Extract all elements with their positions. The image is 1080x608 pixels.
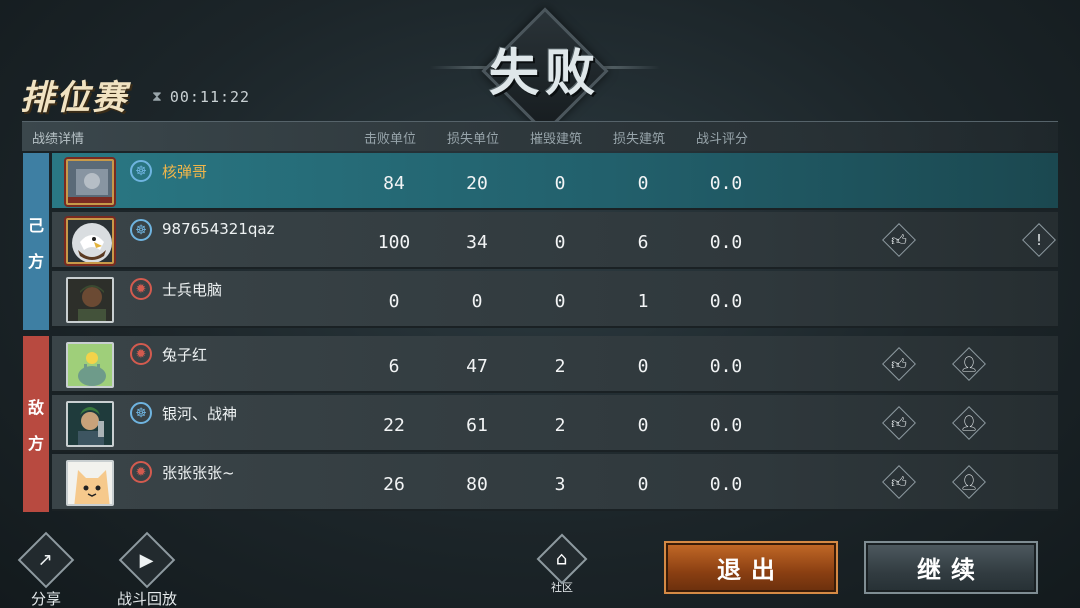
add-friend-icon: 👤︎ — [959, 355, 979, 373]
exit-button[interactable]: 退出 — [664, 541, 838, 594]
column-lost-buildings: 损失建筑 — [613, 132, 666, 147]
player-row[interactable]: ✹ 士兵电脑 0 0 0 1 0.0 — [52, 271, 1058, 328]
share-label: 分享 — [30, 590, 61, 608]
stat-losses: 80 — [466, 474, 488, 495]
stat-losses: 34 — [466, 232, 488, 253]
avatar[interactable] — [66, 401, 114, 447]
stat-kills: 6 — [388, 356, 400, 377]
stat-lost-buildings: 6 — [637, 232, 649, 253]
timer-value: 00:11:22 — [169, 88, 251, 106]
player-name: 987654321qaz — [162, 220, 275, 238]
thumbs-up-icon: 👍︎ — [891, 413, 907, 432]
stat-lost-buildings: 0 — [637, 356, 649, 377]
avatar[interactable] — [66, 460, 114, 506]
home-icon: ⌂ — [556, 548, 568, 570]
stat-kills: 26 — [383, 474, 405, 495]
share-icon: ↗ — [38, 549, 54, 571]
faction-icon: ☸ — [130, 160, 152, 182]
result-banner: 失败 — [430, 7, 660, 135]
stat-kills: 22 — [383, 415, 405, 436]
stat-lost-buildings: 0 — [637, 173, 649, 194]
stat-kills: 100 — [377, 232, 411, 253]
ally-label-char-2: 方 — [27, 251, 44, 271]
stat-score: 0.0 — [709, 474, 743, 495]
ally-label-char-1: 己 — [27, 215, 44, 235]
enemy-team-label: 敌 方 — [23, 336, 49, 512]
player-row[interactable]: ✹ 张张张张~ 26 80 3 0 0.0 👍︎ 👤︎ — [52, 454, 1058, 511]
add-friend-button[interactable]: 👤︎ — [952, 406, 986, 440]
player-row[interactable]: ✹ 兔子红 6 47 2 0 0.0 👍︎ 👤︎ — [52, 336, 1058, 393]
faction-icon: ✹ — [130, 278, 152, 300]
camera-icon: ▶ — [140, 549, 154, 571]
column-losses: 损失单位 — [447, 132, 500, 147]
like-button[interactable]: 👍︎ — [882, 223, 916, 257]
table-header: 战绩详情 击败单位 损失单位 摧毁建筑 损失建筑 战斗评分 — [22, 121, 1058, 151]
add-friend-button[interactable]: 👤︎ — [952, 465, 986, 499]
stat-lost-buildings: 0 — [637, 474, 649, 495]
column-kills: 击败单位 — [364, 132, 417, 147]
stat-score: 0.0 — [709, 356, 743, 377]
stat-kills: 0 — [388, 291, 400, 312]
thumbs-up-icon: 👍︎ — [891, 472, 907, 491]
stat-destroyed: 0 — [554, 291, 566, 312]
column-score: 战斗评分 — [696, 132, 749, 147]
stat-losses: 20 — [466, 173, 488, 194]
match-timer: ⧗ 00:11:22 — [152, 88, 250, 106]
table-title: 战绩详情 — [32, 132, 85, 147]
hourglass-icon: ⧗ — [152, 89, 162, 105]
stat-score: 0.0 — [709, 415, 743, 436]
report-button[interactable]: ! — [1022, 223, 1056, 257]
continue-button[interactable]: 继续 — [864, 541, 1038, 594]
enemy-label-char-2: 方 — [27, 434, 44, 453]
thumbs-up-icon: 👍︎ — [891, 230, 907, 249]
like-button[interactable]: 👍︎ — [882, 465, 916, 499]
stat-losses: 61 — [466, 415, 488, 436]
stat-losses: 47 — [466, 356, 488, 377]
stat-losses: 0 — [471, 291, 483, 312]
column-destroyed: 摧毁建筑 — [530, 132, 583, 147]
stat-destroyed: 0 — [554, 232, 566, 253]
stat-score: 0.0 — [709, 232, 743, 253]
stat-destroyed: 3 — [554, 474, 566, 495]
stat-destroyed: 0 — [554, 173, 566, 194]
like-button[interactable]: 👍︎ — [882, 406, 916, 440]
player-name: 核弹哥 — [162, 163, 208, 181]
replay-label: 战斗回放 — [117, 590, 178, 608]
ally-team-label: 己 方 — [23, 153, 49, 330]
stat-kills: 84 — [383, 173, 405, 194]
avatar[interactable] — [66, 218, 114, 264]
add-friend-icon: 👤︎ — [959, 414, 979, 432]
like-button[interactable]: 👍︎ — [882, 347, 916, 381]
faction-icon: ✹ — [130, 343, 152, 365]
player-row[interactable]: ☸ 987654321qaz 100 34 0 6 0.0 👍︎ ! — [52, 212, 1058, 269]
faction-icon: ✹ — [130, 461, 152, 483]
player-name: 张张张张~ — [162, 464, 235, 482]
player-name: 士兵电脑 — [162, 281, 223, 299]
thumbs-up-icon: 👍︎ — [891, 354, 907, 373]
replay-button[interactable]: ▶ 战斗回放 — [117, 531, 178, 608]
result-title: 失败 — [489, 43, 601, 102]
faction-icon: ☸ — [130, 219, 152, 241]
player-name: 银河、战神 — [162, 405, 238, 423]
avatar[interactable] — [66, 159, 114, 205]
avatar[interactable] — [66, 342, 114, 388]
player-name: 兔子红 — [162, 346, 208, 364]
mode-title: 排位赛 — [20, 78, 128, 118]
player-row[interactable]: ☸ 银河、战神 22 61 2 0 0.0 👍︎ 👤︎ — [52, 395, 1058, 452]
stat-lost-buildings: 0 — [637, 415, 649, 436]
report-icon: ! — [1035, 231, 1042, 249]
stat-score: 0.0 — [709, 291, 743, 312]
add-friend-icon: 👤︎ — [959, 473, 979, 491]
stat-destroyed: 2 — [554, 356, 566, 377]
player-row[interactable]: ☸ 核弹哥 84 20 0 0 0.0 — [52, 153, 1058, 210]
stat-lost-buildings: 1 — [637, 291, 649, 312]
faction-icon: ☸ — [130, 402, 152, 424]
community-button[interactable]: ⌂ 社区 — [536, 533, 588, 595]
avatar[interactable] — [66, 277, 114, 323]
stat-destroyed: 2 — [554, 415, 566, 436]
stat-score: 0.0 — [709, 173, 743, 194]
add-friend-button[interactable]: 👤︎ — [952, 347, 986, 381]
share-button[interactable]: ↗ 分享 — [17, 531, 75, 608]
enemy-label-char-1: 敌 — [27, 398, 44, 417]
